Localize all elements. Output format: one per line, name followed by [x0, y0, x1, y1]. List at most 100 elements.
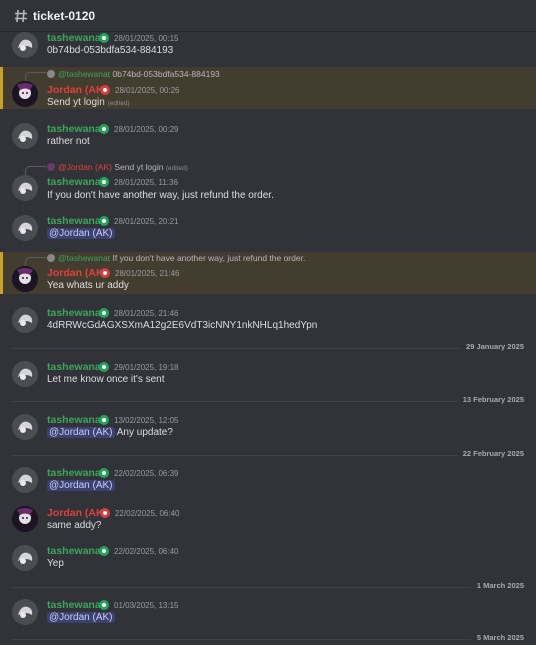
avatar[interactable]: [12, 545, 38, 571]
moderator-badge-icon: [100, 85, 110, 95]
avatar[interactable]: [12, 361, 38, 387]
verified-badge-icon: [99, 33, 109, 43]
message: tashewanat 28/01/2025, 00:15 0b74bd-053b…: [0, 32, 536, 62]
divider-date: 13 February 2025: [456, 395, 524, 404]
avatar[interactable]: [12, 32, 38, 58]
username[interactable]: tashewanat: [47, 467, 104, 479]
message-text: rather not: [47, 136, 90, 147]
timestamp: 01/03/2025, 13:15: [114, 601, 179, 610]
username[interactable]: tashewanat: [47, 176, 104, 188]
timestamp: 28/01/2025, 21:46: [114, 309, 179, 318]
message: tashewanat 29/01/2025, 19:18 Let me know…: [0, 361, 536, 391]
message-highlighted: @tashewanat If you don't have another wa…: [0, 252, 536, 294]
username[interactable]: Jordan (AK): [47, 84, 107, 96]
verified-badge-icon: [99, 362, 109, 372]
message: tashewanat 22/02/2025, 06:40 Yep: [0, 545, 536, 575]
message-text: @Jordan (AK) Any update?: [47, 427, 173, 438]
hash-icon: [15, 9, 27, 23]
avatar[interactable]: [12, 123, 38, 149]
message-text: Yep: [47, 558, 64, 569]
reply-preview[interactable]: @tashewanat 0b74bd-053bdfa534-884193: [47, 69, 220, 79]
timestamp: 13/02/2025, 12:05: [114, 416, 179, 425]
timestamp: 28/01/2025, 00:29: [114, 125, 179, 134]
date-divider: 13 February 2025: [12, 395, 524, 407]
message-text: If you don't have another way, just refu…: [47, 190, 274, 201]
verified-badge-icon: [99, 415, 109, 425]
user-mention[interactable]: @Jordan (AK): [47, 228, 115, 239]
reply-avatar-icon: [47, 254, 55, 262]
reply-connector: [25, 72, 46, 81]
message: tashewanat 28/01/2025, 20:21 @Jordan (AK…: [0, 215, 536, 245]
divider-date: 5 March 2025: [470, 633, 524, 642]
moderator-badge-icon: [100, 508, 110, 518]
message: tashewanat 28/01/2025, 21:46 4dRRWcGdAGX…: [0, 307, 536, 337]
verified-badge-icon: [99, 546, 109, 556]
message: tashewanat 01/03/2025, 13:15 @Jordan (AK…: [0, 599, 536, 629]
message-text: Yea whats ur addy: [47, 280, 129, 291]
timestamp: 28/01/2025, 20:21: [114, 217, 179, 226]
username[interactable]: tashewanat: [47, 307, 104, 319]
reply-preview[interactable]: @tashewanat If you don't have another wa…: [47, 253, 305, 263]
message: Jordan (AK) 22/02/2025, 06:40 same addy?: [0, 506, 536, 536]
timestamp: 22/02/2025, 06:40: [114, 547, 179, 556]
message-text: @Jordan (AK): [47, 480, 115, 491]
divider-line: [12, 587, 524, 588]
username[interactable]: tashewanat: [47, 545, 104, 557]
timestamp: 28/01/2025, 11:36: [114, 178, 178, 187]
username[interactable]: tashewanat: [47, 32, 104, 44]
avatar[interactable]: [12, 506, 38, 532]
user-mention[interactable]: @Jordan (AK): [47, 480, 115, 491]
avatar[interactable]: [12, 599, 38, 625]
timestamp: 28/01/2025, 00:15: [114, 34, 179, 43]
timestamp: 29/01/2025, 19:18: [114, 363, 179, 372]
username[interactable]: tashewanat: [47, 361, 104, 373]
channel-header: ticket-0120: [0, 0, 536, 32]
verified-badge-icon: [99, 468, 109, 478]
user-mention[interactable]: @Jordan (AK): [47, 612, 115, 623]
avatar[interactable]: [12, 215, 38, 241]
avatar[interactable]: [12, 175, 38, 201]
timestamp: 22/02/2025, 06:39: [114, 469, 179, 478]
avatar[interactable]: [12, 81, 38, 107]
username[interactable]: tashewanat: [47, 599, 104, 611]
message-text: 0b74bd-053bdfa534-884193: [47, 45, 174, 56]
username[interactable]: Jordan (AK): [47, 507, 107, 519]
avatar[interactable]: [12, 467, 38, 493]
message-text: @Jordan (AK): [47, 612, 115, 623]
reply-preview[interactable]: @Jordan (AK) Send yt login (edited): [47, 162, 188, 172]
verified-badge-icon: [99, 124, 109, 134]
divider-line: [12, 348, 524, 349]
message: @Jordan (AK) Send yt login (edited) tash…: [0, 161, 536, 203]
timestamp: 22/02/2025, 06:40: [115, 509, 180, 518]
username[interactable]: tashewanat: [47, 215, 104, 227]
message-text: @Jordan (AK): [47, 228, 115, 239]
verified-badge-icon: [99, 177, 109, 187]
date-divider: 29 January 2025: [12, 342, 524, 354]
username[interactable]: Jordan (AK): [47, 267, 107, 279]
divider-date: 22 February 2025: [456, 449, 524, 458]
avatar[interactable]: [12, 307, 38, 333]
message: tashewanat 22/02/2025, 06:39 @Jordan (AK…: [0, 467, 536, 497]
divider-line: [12, 401, 524, 402]
date-divider: 22 February 2025: [12, 449, 524, 461]
channel-name: ticket-0120: [33, 9, 96, 23]
username[interactable]: tashewanat: [47, 123, 104, 135]
divider-date: 29 January 2025: [460, 342, 524, 351]
divider-line: [12, 455, 524, 456]
verified-badge-icon: [99, 216, 109, 226]
message-text: 4dRRWcGdAGXSXmA12g2E6VdT3icNNY1nkNHLq1he…: [47, 320, 318, 331]
reply-connector: [25, 166, 46, 175]
verified-badge-icon: [99, 308, 109, 318]
avatar[interactable]: [12, 266, 38, 292]
message: tashewanat 28/01/2025, 00:29 rather not: [0, 123, 536, 153]
moderator-badge-icon: [100, 268, 110, 278]
timestamp: 28/01/2025, 21:46: [115, 269, 180, 278]
username[interactable]: tashewanat: [47, 414, 104, 426]
reply-avatar-icon: [47, 70, 55, 78]
avatar[interactable]: [12, 414, 38, 440]
date-divider: 1 March 2025: [12, 581, 524, 593]
message-highlighted: @tashewanat 0b74bd-053bdfa534-884193 Jor…: [0, 67, 536, 109]
user-mention[interactable]: @Jordan (AK): [47, 427, 115, 438]
message-text: Send yt login (edited): [47, 97, 130, 108]
timestamp: 28/01/2025, 00:26: [115, 86, 180, 95]
